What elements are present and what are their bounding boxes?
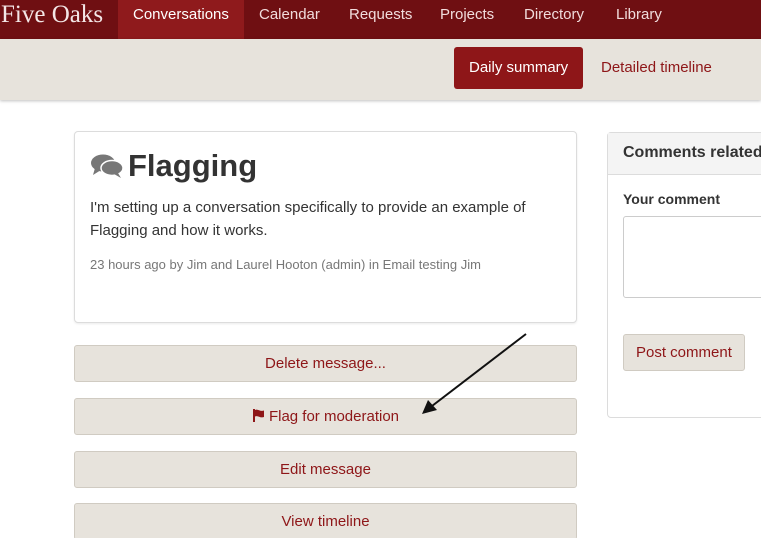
flag-for-moderation-button[interactable]: Flag for moderation	[74, 398, 577, 435]
message-body: I'm setting up a conversation specifical…	[90, 199, 526, 239]
tab-daily-summary[interactable]: Daily summary	[454, 47, 584, 89]
top-navbar: Five Oaks Conversations Calendar Request…	[0, 0, 761, 39]
nav-item-projects[interactable]: Projects	[425, 0, 509, 39]
view-timeline-button[interactable]: View timeline	[74, 503, 577, 538]
comments-icon	[90, 153, 124, 179]
nav-item-conversations[interactable]: Conversations	[118, 0, 244, 39]
delete-message-button[interactable]: Delete message...	[74, 345, 577, 382]
flag-for-moderation-label: Flag for moderation	[268, 408, 400, 425]
your-comment-label: Your comment	[623, 191, 720, 207]
nav-item-requests[interactable]: Requests	[334, 0, 427, 39]
message-title-row: Flagging	[90, 148, 257, 184]
nav-item-library[interactable]: Library	[601, 0, 677, 39]
comments-header: Comments related	[608, 133, 761, 175]
delete-message-label: Delete message...	[265, 355, 386, 372]
tab-detailed-timeline[interactable]: Detailed timeline	[586, 47, 727, 89]
view-timeline-label: View timeline	[281, 513, 370, 530]
comments-title: Comments related	[623, 144, 761, 161]
message-title: Flagging	[128, 148, 258, 183]
post-comment-button[interactable]: Post comment	[623, 334, 745, 371]
edit-message-label: Edit message	[280, 461, 371, 478]
flag-icon	[252, 400, 265, 435]
message-meta: 23 hours ago by Jim and Laurel Hooton (a…	[90, 257, 481, 272]
message-panel: Flagging I'm setting up a conversation s…	[74, 131, 577, 323]
nav-item-calendar[interactable]: Calendar	[244, 0, 335, 39]
edit-message-button[interactable]: Edit message	[74, 451, 577, 488]
sub-navbar: Daily summary Detailed timeline	[0, 39, 761, 100]
nav-item-directory[interactable]: Directory	[509, 0, 599, 39]
comment-textarea[interactable]	[623, 216, 761, 298]
comments-panel: Comments related Your comment Post comme…	[607, 132, 761, 418]
brand-logo[interactable]: Five Oaks	[1, 0, 103, 39]
